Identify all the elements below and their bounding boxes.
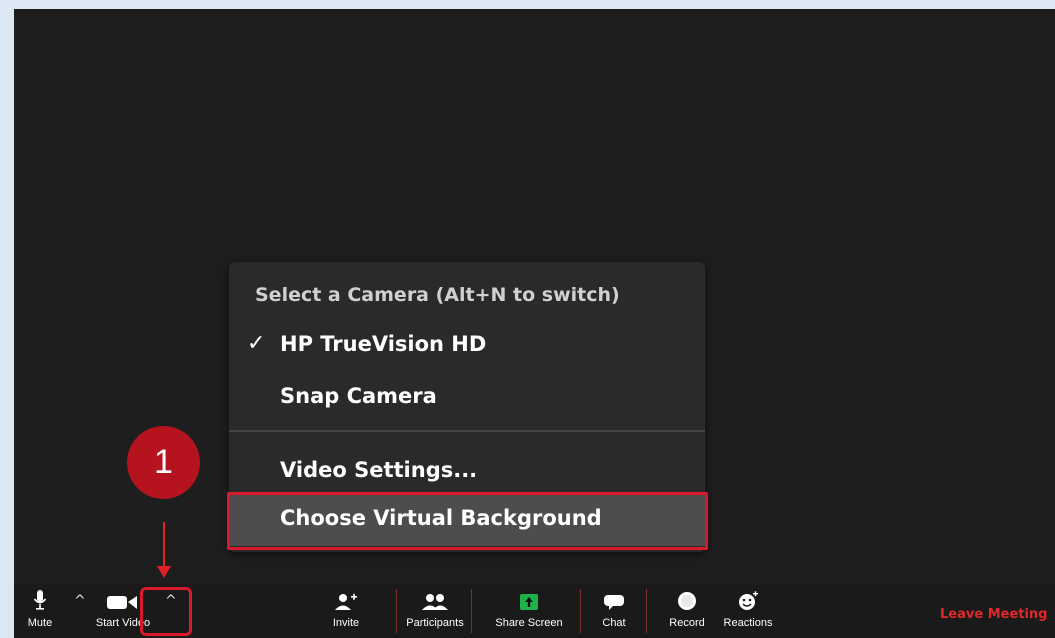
participants-label: Participants [406, 617, 464, 629]
emoji-smile-icon [737, 583, 759, 611]
reactions-button[interactable]: Reactions [720, 583, 776, 638]
virtual-background-highlight-box [227, 492, 708, 550]
audio-options-caret-icon[interactable]: ^ [74, 593, 86, 609]
participants-icon [422, 583, 448, 611]
leave-meeting-button[interactable]: Leave Meeting [940, 607, 1048, 622]
chat-bubble-icon [603, 583, 625, 611]
toolbar-separator [646, 589, 647, 633]
share-screen-icon [518, 583, 540, 611]
invite-label: Invite [332, 617, 360, 629]
mute-button[interactable]: Mute [20, 583, 60, 638]
menu-divider [229, 430, 705, 432]
record-icon [676, 583, 698, 611]
add-person-icon [335, 583, 357, 611]
checkmark-icon: ✓ [247, 331, 266, 356]
microphone-icon [33, 583, 47, 611]
video-settings-label: Video Settings... [280, 458, 478, 482]
camera-option-hp-truevision[interactable]: ✓ HP TrueVision HD [229, 324, 705, 364]
toolbar-separator [580, 589, 581, 633]
video-camera-icon [106, 583, 140, 611]
participants-button[interactable]: Participants [398, 583, 472, 638]
camera-option-label: Snap Camera [280, 384, 437, 408]
mute-label: Mute [27, 617, 53, 629]
toolbar-separator [471, 589, 472, 633]
annotation-arrow [163, 522, 165, 570]
invite-button[interactable]: Invite [326, 583, 366, 638]
camera-option-snap-camera[interactable]: Snap Camera [229, 376, 705, 416]
camera-option-label: HP TrueVision HD [280, 332, 487, 356]
reactions-label: Reactions [723, 617, 773, 629]
camera-menu-header: Select a Camera (Alt+N to switch) [255, 284, 620, 306]
video-settings-option[interactable]: Video Settings... [229, 450, 705, 490]
record-button[interactable]: Record [665, 583, 709, 638]
step-number-badge: 1 [127, 426, 200, 499]
video-caret-highlight-box [140, 587, 192, 636]
chat-button[interactable]: Chat [594, 583, 634, 638]
record-label: Record [669, 617, 705, 629]
annotation-arrow-head [157, 566, 171, 578]
chat-label: Chat [602, 617, 626, 629]
share-screen-label: Share Screen [495, 617, 563, 629]
share-screen-button[interactable]: Share Screen [494, 583, 564, 638]
toolbar-separator [396, 589, 397, 633]
